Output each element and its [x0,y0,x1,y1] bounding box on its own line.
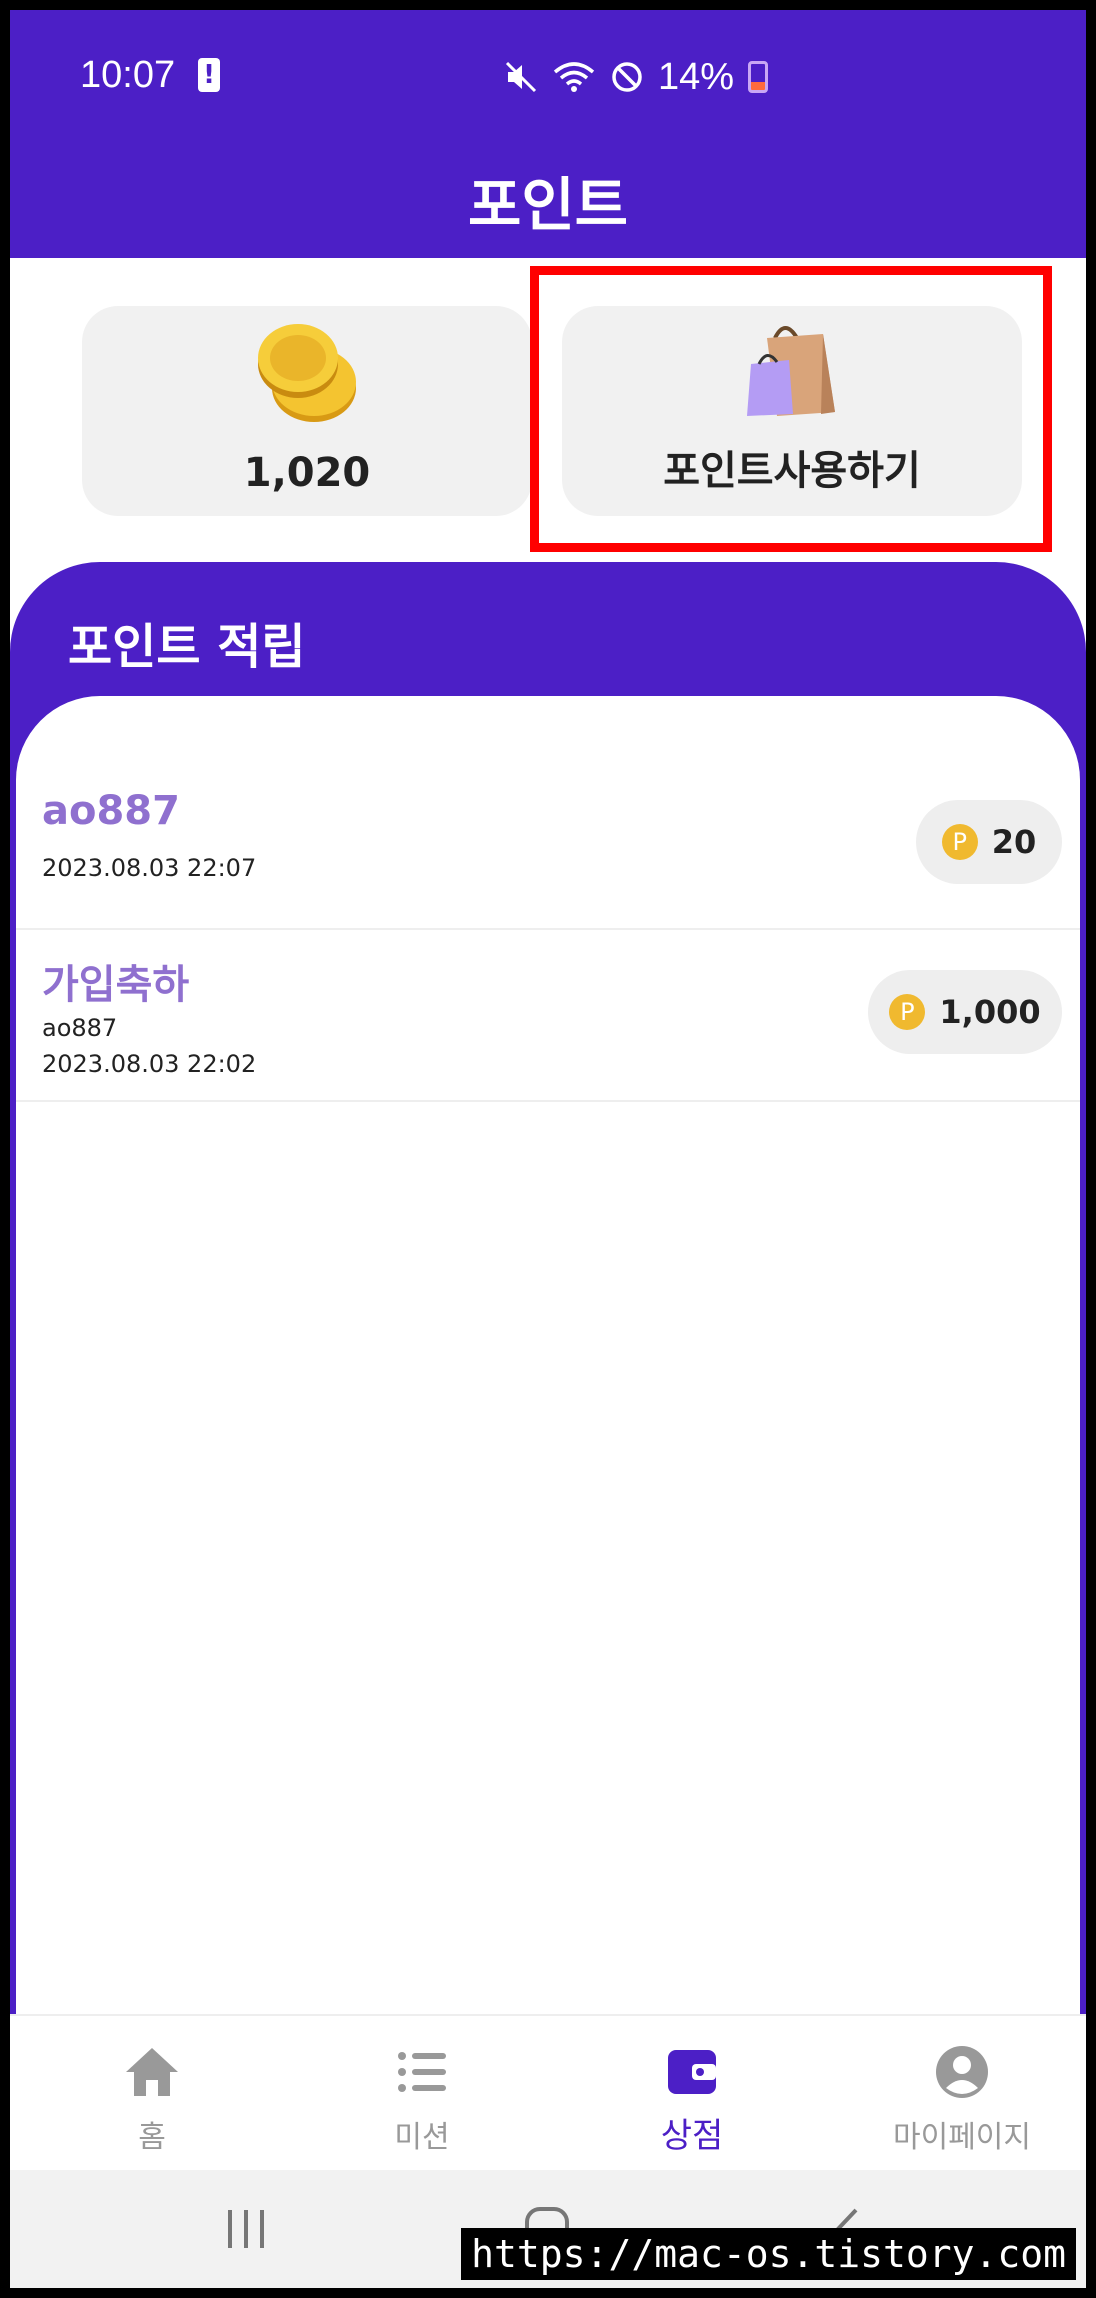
nav-home-label: 홈 [138,2120,166,2155]
list-item[interactable]: 가입축하 ao887 2023.08.03 22:02 P 1,000 [16,930,1080,1102]
item-date: 2023.08.03 22:02 [42,1050,257,1078]
highlight-box [530,266,1052,552]
point-p-icon: P [941,824,978,860]
points-balance-card[interactable]: 1,020 [82,306,532,516]
page-title: 포인트 [467,171,629,239]
item-date: 2023.08.03 22:07 [42,854,257,882]
battery-icon [748,61,769,93]
user-icon [936,2046,988,2098]
battery-percent: 14% [658,55,735,98]
nav-mission[interactable]: 미션 [322,2016,522,2172]
nav-mission-label: 미션 [394,2120,450,2155]
watermark: https://mac-os.tistory.com [461,2228,1076,2280]
battery-alert-icon [198,58,220,92]
point-p-icon: P [889,994,926,1030]
nav-home[interactable]: 홈 [52,2016,252,2172]
status-time: 10:07 [80,54,176,96]
points-amount: 20 [991,823,1037,861]
points-amount: 1,000 [939,993,1041,1031]
item-title: ao887 [42,788,180,834]
item-title: 가입축하 [42,962,190,1008]
points-earned-section: 포인트 적립 ao887 2023.08.03 22:07 P 20 가입축하 … [10,562,1086,2042]
status-icons: 14% [504,50,769,104]
mute-icon [505,61,537,93]
recent-apps-icon[interactable] [224,2208,268,2250]
points-list: ao887 2023.08.03 22:07 P 20 가입축하 ao887 2… [16,696,1080,2042]
coin-icon [258,324,356,422]
points-pill: P 20 [916,800,1062,884]
list-item[interactable]: ao887 2023.08.03 22:07 P 20 [16,780,1080,930]
list-icon [398,2052,446,2092]
home-icon [126,2048,178,2096]
points-pill: P 1,000 [868,970,1062,1054]
bottom-nav: 홈 미션 상점 마이페이지 [10,2014,1086,2170]
do-not-disturb-icon [612,62,642,92]
wallet-icon [668,2050,716,2094]
section-title: 포인트 적립 [68,619,306,675]
item-user: ao887 [42,1014,118,1042]
top-bar: 10:07 14% 포인트 [10,10,1086,258]
nav-mypage-label: 마이페이지 [893,2120,1031,2155]
screen: 10:07 14% 포인트 [10,10,1086,2288]
nav-shop-label: 상점 [660,2116,724,2156]
nav-shop[interactable]: 상점 [592,2016,792,2172]
nav-mypage[interactable]: 마이페이지 [862,2016,1062,2172]
wifi-icon [553,62,595,92]
points-balance-value: 1,020 [243,450,371,496]
